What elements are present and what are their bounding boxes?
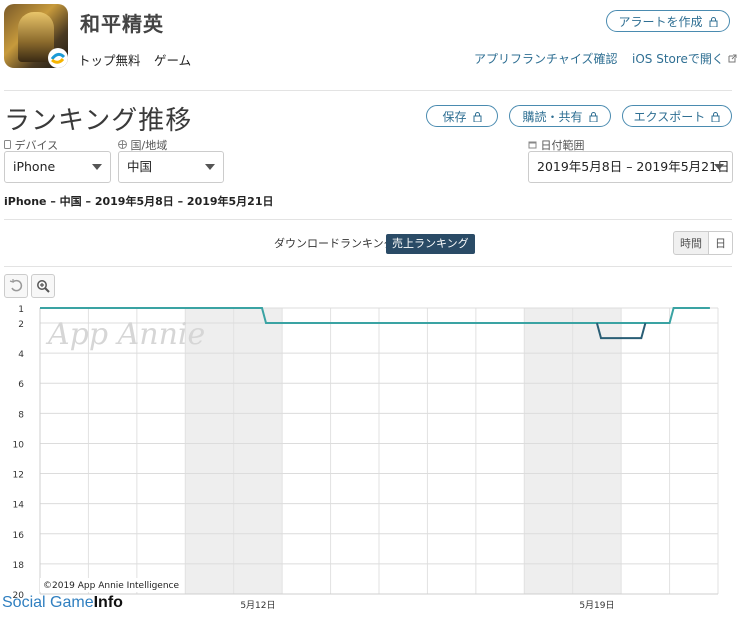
y-tick-label: 4	[18, 350, 24, 360]
section-title: ランキング推移	[4, 106, 193, 136]
reset-icon	[9, 279, 23, 292]
device-value: iPhone	[13, 159, 56, 174]
x-tick-label: 5月19日	[579, 600, 614, 611]
chevron-down-icon	[205, 164, 215, 170]
header-divider	[4, 90, 732, 91]
create-alert-label: アラートを作成	[618, 15, 703, 29]
watermark-part2: Info	[93, 594, 123, 611]
franchise-link[interactable]: アプリフランチャイズ確認	[474, 50, 618, 67]
date-range-select[interactable]: 2019年5月8日 – 2019年5月21日	[528, 151, 733, 183]
store-link[interactable]: iOS Storeで開く	[632, 50, 737, 67]
category-rank[interactable]: トップ無料	[78, 50, 141, 69]
country-select[interactable]: 中国	[118, 151, 224, 183]
subscribe-label: 購読・共有	[522, 110, 583, 124]
lock-icon	[589, 107, 598, 129]
social-game-info-watermark: Social GameInfo	[2, 594, 123, 612]
y-tick-label: 16	[13, 531, 25, 541]
x-tick-label: 5月12日	[240, 600, 275, 611]
lock-icon	[709, 12, 718, 34]
filter-divider	[4, 219, 732, 220]
subscribe-share-button[interactable]: 購読・共有	[509, 105, 611, 127]
app-annie-watermark: App Annie	[45, 317, 205, 352]
y-tick-label: 6	[18, 380, 24, 390]
store-link-label: iOS Storeで開く	[632, 52, 724, 66]
granularity-hour-button[interactable]: 時間	[673, 231, 709, 255]
watermark-part1: Social Game	[2, 594, 94, 611]
publisher-logo-icon	[48, 48, 68, 68]
y-tick-label: 1	[18, 305, 24, 315]
reset-zoom-button[interactable]	[4, 274, 28, 298]
y-tick-label: 18	[13, 561, 25, 571]
y-tick-label: 14	[13, 501, 25, 511]
tab-download-ranking[interactable]: ダウンロードランキング	[268, 234, 401, 254]
y-tick-label: 8	[18, 410, 24, 420]
chevron-down-icon	[92, 164, 102, 170]
lock-icon	[473, 107, 482, 129]
create-alert-button[interactable]: アラートを作成	[606, 10, 730, 32]
export-label: エクスポート	[633, 110, 706, 124]
export-button[interactable]: エクスポート	[622, 105, 732, 127]
save-button[interactable]: 保存	[426, 105, 498, 127]
save-label: 保存	[442, 110, 467, 124]
zoom-button[interactable]	[31, 274, 55, 298]
external-link-icon	[728, 52, 737, 66]
country-value: 中国	[127, 159, 153, 174]
genre-label[interactable]: ゲーム	[154, 50, 191, 69]
y-tick-label: 10	[13, 440, 25, 450]
chart-copyright: ©2019 App Annie Intelligence	[43, 581, 180, 591]
y-tick-label: 12	[13, 471, 24, 481]
ranking-chart[interactable]: 124681012141618205月12日 5月19日App Annie©201…	[0, 300, 740, 618]
app-title: 和平精英	[80, 12, 164, 36]
y-tick-label: 2	[18, 320, 24, 330]
filter-summary: iPhone – 中国 – 2019年5月8日 – 2019年5月21日	[4, 195, 274, 208]
device-select[interactable]: iPhone	[4, 151, 111, 183]
zoom-in-icon	[37, 280, 50, 293]
chevron-down-icon	[714, 164, 724, 170]
tabs-divider	[4, 266, 732, 267]
date-range-value: 2019年5月8日 – 2019年5月21日	[537, 159, 730, 174]
granularity-day-button[interactable]: 日	[708, 231, 733, 255]
lock-icon	[711, 107, 720, 129]
tab-revenue-ranking[interactable]: 売上ランキング	[386, 234, 475, 254]
